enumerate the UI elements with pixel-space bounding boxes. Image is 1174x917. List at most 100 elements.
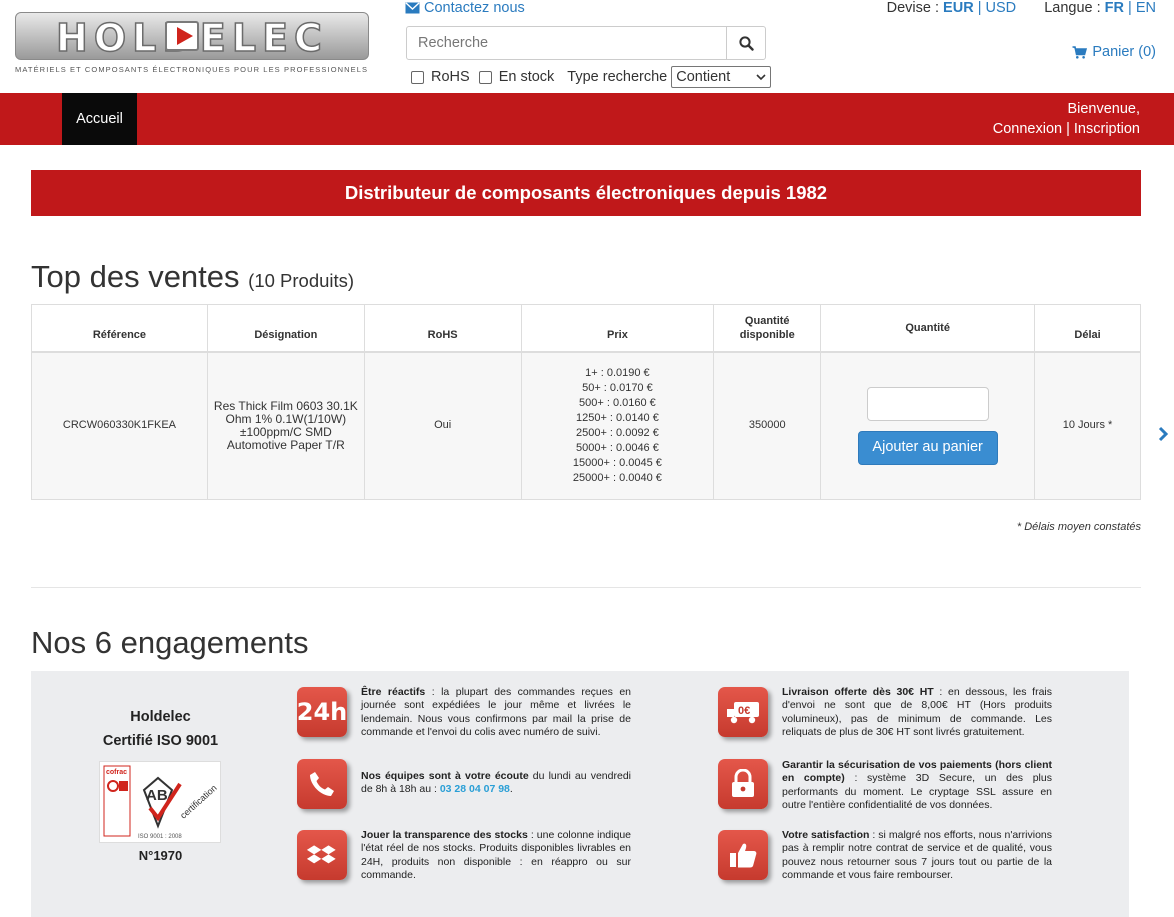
currency-label: Devise :	[886, 0, 940, 16]
login-link[interactable]: Connexion	[993, 121, 1062, 137]
col-rohs: RoHS	[363, 304, 522, 353]
cert-company: Holdelec	[130, 709, 191, 725]
cert-label: Certifié ISO 9001	[102, 733, 219, 749]
logo-tagline: MATÉRIELS ET COMPOSANTS ÉLECTRONIQUES PO…	[15, 65, 369, 74]
price-tier: 25000+ : 0.0040 €	[572, 471, 662, 484]
engagements-title: Nos 6 engagements	[31, 625, 309, 660]
engagement-title: Jouer la transparence des stocks	[361, 829, 528, 841]
add-to-cart-button[interactable]: Ajouter au panier	[857, 430, 998, 465]
box-icon	[297, 830, 347, 880]
engagement-title: Livraison offerte dès 30€ HT	[782, 686, 934, 698]
search-icon	[738, 35, 754, 51]
engagement-satisfaction: Votre satisfaction : si malgré nos effor…	[782, 829, 1052, 883]
engagements-panel: Holdelec Certifié ISO 9001 cofrac AB cer…	[31, 671, 1129, 917]
certification-block: Holdelec Certifié ISO 9001	[93, 705, 228, 753]
cert-number: N°1970	[138, 848, 183, 863]
rohs-checkbox[interactable]	[411, 70, 424, 84]
delay-note: * Délais moyen constatés	[1016, 521, 1141, 533]
iso-certification-logo: cofrac AB certification ISO 9001 : 2008	[99, 761, 221, 843]
rohs-filter[interactable]: RoHS	[411, 69, 470, 85]
product-reference-link[interactable]: CRCW060330K1FKEA	[63, 419, 176, 431]
rohs-filter-label: RoHS	[431, 69, 470, 85]
cell-quantity: Ajouter au panier	[820, 351, 1036, 500]
thumbs-up-icon	[718, 830, 768, 880]
svg-text:AB: AB	[146, 787, 168, 804]
svg-text:certification: certification	[178, 783, 219, 821]
engagement-stock: Jouer la transparence des stocks : une c…	[361, 829, 631, 883]
currency-eur[interactable]: EUR	[943, 0, 974, 16]
search-type-value: Contient	[676, 69, 731, 85]
cell-available: 350000	[713, 351, 822, 500]
phone-icon	[297, 759, 347, 809]
engagement-title: Votre satisfaction	[782, 829, 870, 841]
cell-delay: 10 Jours *	[1034, 351, 1141, 500]
top-sales-heading: Top des ventes (10 Produits)	[31, 259, 354, 295]
price-tier: 500+ : 0.0160 €	[579, 396, 656, 409]
col-reference: Référence	[31, 304, 208, 353]
cell-reference[interactable]: CRCW060330K1FKEA	[31, 351, 208, 500]
engagement-reactivity: Être réactifs : la plupart des commandes…	[361, 686, 631, 740]
truck-icon: 0€	[718, 687, 768, 737]
cart-icon	[1072, 45, 1088, 59]
price-tier: 5000+ : 0.0046 €	[575, 441, 659, 454]
col-qty-available-line2: disponible	[739, 328, 795, 341]
top-sales-title: Top des ventes	[31, 259, 240, 294]
search-type-label: Type recherche	[567, 69, 668, 85]
stock-checkbox[interactable]	[478, 70, 492, 84]
lang-en[interactable]: EN	[1136, 0, 1156, 16]
search-filters: RoHS En stock Type recherche Contient	[411, 66, 772, 88]
svg-text:cofrac: cofrac	[106, 769, 127, 776]
contact-label: Contactez nous	[424, 0, 525, 16]
col-delay: Délai	[1034, 304, 1141, 353]
search-input[interactable]	[407, 27, 726, 59]
main-nav: Accueil Bienvenue, Connexion | Inscripti…	[0, 93, 1174, 145]
carousel-next-icon[interactable]	[1158, 426, 1169, 442]
tagline-banner: Distributeur de composants électroniques…	[31, 170, 1141, 216]
currency-usd[interactable]: USD	[986, 0, 1017, 16]
logo-play-icon	[165, 21, 199, 51]
engagement-title: Nos équipes sont à votre écoute	[361, 770, 529, 782]
cell-rohs: Oui	[363, 351, 522, 500]
24h-icon: 24h	[297, 687, 347, 737]
engagement-text-tail: .	[509, 783, 513, 796]
top-sales-count: (10 Produits)	[248, 270, 355, 291]
top-sales-table: Référence Désignation RoHS Prix Quantité…	[31, 304, 1141, 500]
search-button[interactable]	[726, 27, 765, 59]
price-tier: 1250+ : 0.0140 €	[575, 411, 659, 424]
engagement-title: Être réactifs	[361, 686, 426, 698]
col-qty-available: Quantité disponible	[713, 304, 822, 353]
cell-prices: 1+ : 0.0190 € 50+ : 0.0170 € 500+ : 0.01…	[520, 351, 715, 500]
contact-link[interactable]: Contactez nous	[405, 0, 525, 16]
register-link[interactable]: Inscription	[1074, 121, 1140, 137]
lang-fr[interactable]: FR	[1105, 0, 1124, 16]
cart-label: Panier (0)	[1092, 44, 1156, 60]
price-tier: 1+ : 0.0190 €	[585, 366, 650, 379]
price-tier: 50+ : 0.0170 €	[582, 381, 653, 394]
account-box: Bienvenue, Connexion | Inscription	[992, 101, 1140, 137]
cart-link[interactable]: Panier (0)	[1072, 44, 1156, 60]
section-divider	[31, 587, 1141, 588]
price-tier: 15000+ : 0.0045 €	[572, 456, 662, 469]
holdelec-logo[interactable]: HOLDELEC MATÉRIELS ET COMPOSANTS ÉLECTRO…	[15, 12, 371, 76]
language-label: Langue :	[1044, 0, 1101, 16]
currency-language-bar: Devise : EUR | USD Langue : FR | EN	[886, 0, 1156, 16]
nav-home[interactable]: Accueil	[62, 93, 137, 145]
table-header-row: Référence Désignation RoHS Prix Quantité…	[31, 304, 1141, 353]
search-type-select[interactable]: Contient	[671, 66, 772, 88]
engagement-support: Nos équipes sont à votre écoute du lundi…	[361, 770, 631, 797]
col-qty-available-line1: Quantité	[744, 314, 790, 327]
lock-icon	[718, 759, 768, 809]
quantity-input[interactable]	[866, 386, 989, 421]
col-quantity: Quantité	[820, 304, 1036, 353]
chevron-down-icon	[756, 73, 766, 80]
col-price: Prix	[520, 304, 715, 353]
stock-filter[interactable]: En stock	[478, 69, 554, 85]
support-phone[interactable]: 03 28 04 07 98	[440, 783, 510, 795]
cell-designation: Res Thick Film 0603 30.1K Ohm 1% 0.1W(1/…	[206, 351, 365, 500]
welcome-text: Bienvenue,	[1067, 101, 1140, 117]
engagement-shipping: Livraison offerte dès 30€ HT : en dessou…	[782, 686, 1052, 740]
table-row: CRCW060330K1FKEA Res Thick Film 0603 30.…	[31, 351, 1141, 500]
svg-text:0€: 0€	[738, 705, 750, 717]
search-box	[406, 26, 766, 60]
envelope-icon	[405, 2, 420, 14]
